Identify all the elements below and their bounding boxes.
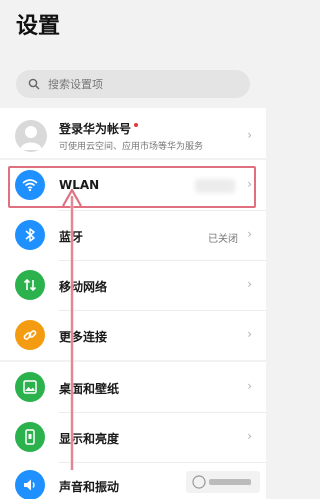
annotation-arrow bbox=[62, 188, 82, 470]
watermark-logo bbox=[186, 471, 260, 493]
